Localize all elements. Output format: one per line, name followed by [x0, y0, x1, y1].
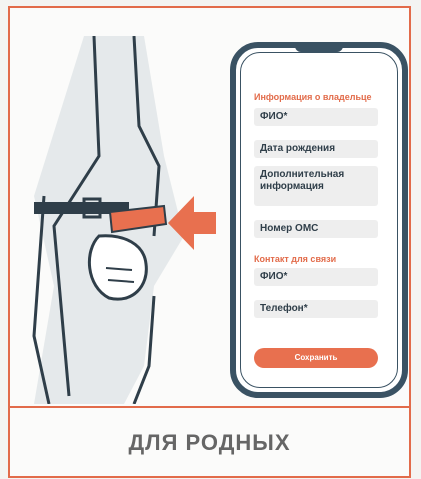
save-button[interactable]: Сохранить [254, 348, 378, 368]
pointer-arrow-icon [168, 196, 216, 250]
section-divider [8, 406, 411, 408]
phone-field[interactable]: Телефон* [254, 300, 378, 318]
phone-mockup: Информация о владельце ФИО* Дата рождени… [230, 42, 408, 398]
oms-number-field[interactable]: Номер ОМС [254, 220, 378, 238]
phone-notch [295, 46, 343, 52]
contact-name-field[interactable]: ФИО* [254, 268, 378, 286]
caption-title: ДЛЯ РОДНЫХ [128, 430, 291, 455]
owner-section-title: Информация о владельце [254, 92, 372, 102]
birth-date-field[interactable]: Дата рождения [254, 140, 378, 158]
contact-section-title: Контакт для связи [254, 254, 337, 264]
additional-info-field[interactable]: Дополнительная информация [254, 166, 378, 206]
owner-name-field[interactable]: ФИО* [254, 108, 378, 126]
